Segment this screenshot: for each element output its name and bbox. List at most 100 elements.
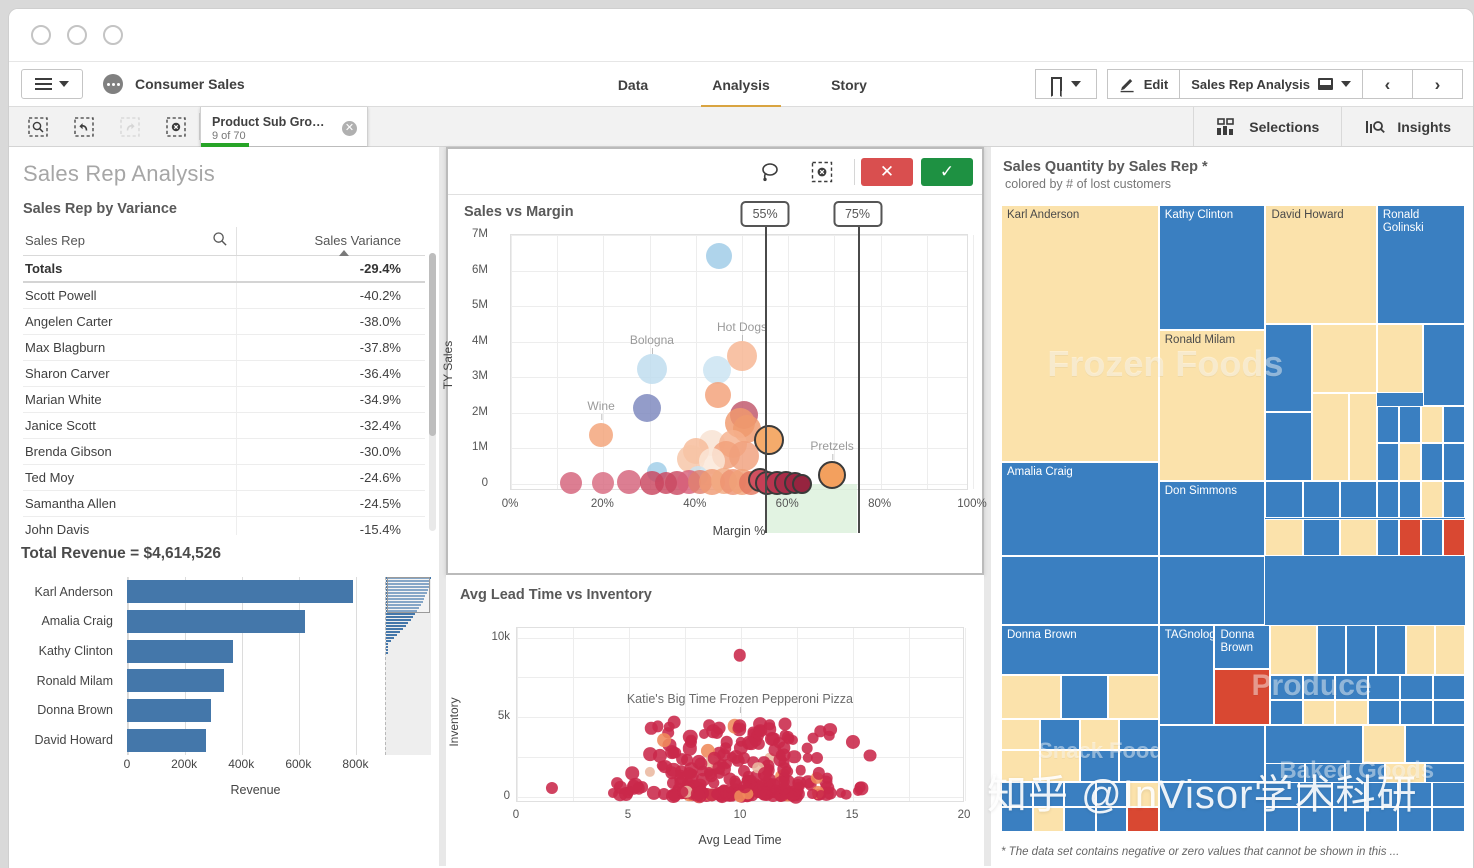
scatter-point[interactable] [729,440,760,471]
cell-rep-name[interactable]: Janice Scott [23,412,237,439]
rep-table-scroll-area[interactable]: Sales Rep Sales Variance Totals -29.4% S… [9,217,439,535]
scatter-point[interactable] [818,461,847,489]
treemap-tile[interactable] [1365,806,1399,832]
scatter-point[interactable] [824,787,837,800]
scatter-point[interactable] [545,782,558,795]
scatter-point[interactable] [693,790,706,803]
cell-rep-name[interactable]: Angelen Carter [23,308,237,335]
edit-button[interactable]: Edit [1106,69,1181,99]
treemap-tile[interactable]: Ronald Golinski [1376,205,1465,325]
tab-data[interactable]: Data [579,62,687,108]
scatter-point[interactable] [716,786,731,801]
treemap-tile[interactable]: Donna Brown [1214,625,1271,669]
treemap-tile[interactable] [1119,719,1159,751]
treemap-tile[interactable] [1311,393,1349,481]
treemap-tile[interactable] [1127,806,1159,832]
treemap-tile[interactable] [1339,518,1377,557]
minimap-selection-window[interactable] [387,577,430,613]
next-sheet-button[interactable]: › [1413,69,1463,99]
treemap-tiles[interactable]: Karl Anderson Kathy Clinton Ronald Milam Am… [1001,205,1465,832]
scatter-point[interactable] [777,748,791,762]
scatter-point[interactable] [675,769,687,780]
treemap-tile[interactable] [1001,719,1041,751]
scatter-point[interactable] [846,735,861,750]
scatter-point[interactable] [802,752,814,763]
bar-category-label[interactable]: Donna Brown [9,696,121,726]
scatter-point[interactable] [792,473,813,494]
scatter-point[interactable] [795,764,807,776]
treemap-tile[interactable] [1311,324,1377,394]
selection-chip-product-sub-group[interactable]: Product Sub Gro… 9 of 70 ✕ [200,107,368,147]
selections-button[interactable]: Selections [1193,107,1342,146]
treemap-tile[interactable] [1431,806,1465,832]
scatter-point[interactable] [744,736,758,751]
scatter-point[interactable] [636,354,667,385]
treemap-tile[interactable] [1032,806,1065,832]
treemap-tile[interactable] [1420,443,1443,481]
treemap-tile[interactable] [1339,480,1377,519]
scatter-point[interactable] [840,789,852,801]
scatter-point[interactable] [720,735,734,749]
scatter-point[interactable] [643,747,657,762]
treemap-tile[interactable] [1079,719,1120,751]
treemap-tile[interactable] [1265,806,1299,832]
bar-category-label[interactable]: Ronald Milam [9,666,121,696]
treemap-tile[interactable] [1442,518,1465,557]
bar-chart-minimap[interactable] [385,577,431,755]
scatter-point[interactable] [705,242,732,269]
scatter-point[interactable] [779,730,790,741]
treemap-tile[interactable] [1064,781,1096,807]
treemap-tile[interactable] [1064,806,1096,832]
treemap-tile[interactable] [1302,518,1340,557]
scatter-point[interactable] [669,747,681,759]
column-header-sales-variance[interactable]: Sales Variance [235,227,425,256]
cell-rep-name[interactable]: Max Blagburn [23,334,237,361]
treemap-tile[interactable] [1431,781,1465,807]
treemap-tile[interactable] [1270,700,1303,726]
scatter-point[interactable] [657,733,672,747]
treemap-tile[interactable] [1158,725,1266,782]
treemap-tile[interactable] [1095,806,1128,832]
range-selection-line[interactable] [765,217,768,533]
treemap-tile[interactable]: TAGnology [1158,625,1215,726]
bar[interactable] [127,698,212,722]
cell-rep-name[interactable]: Brenda Gibson [23,438,237,465]
treemap-tile[interactable] [1432,675,1465,701]
treemap-tile[interactable] [1376,518,1399,557]
bar-category-label[interactable]: David Howard [9,725,121,755]
treemap-tile[interactable] [1265,518,1303,557]
tab-story[interactable]: Story [795,62,903,108]
treemap-tile[interactable]: Kathy Clinton [1158,205,1266,331]
clear-object-selection-button[interactable] [796,150,848,194]
treemap-tile[interactable] [1331,781,1366,807]
treemap-tile[interactable] [1331,806,1366,832]
treemap-tile[interactable] [1346,625,1376,676]
window-dot-2[interactable] [67,25,87,45]
table-scrollbar[interactable] [429,253,436,531]
treemap-tile[interactable] [1270,625,1317,676]
treemap-tile[interactable] [1265,324,1312,412]
bar[interactable] [127,580,353,604]
treemap-tile[interactable] [1001,675,1062,720]
treemap-tile[interactable] [1298,806,1332,832]
scatter-point[interactable] [616,470,641,495]
bar-category-label[interactable]: Karl Anderson [9,577,121,607]
scatter-point[interactable] [824,730,835,741]
treemap-tile[interactable] [1420,480,1443,519]
treemap-tile[interactable] [1119,750,1159,782]
column-header-sales-rep[interactable]: Sales Rep [23,227,237,256]
scatter-point[interactable] [633,393,662,422]
treemap-tile[interactable] [1214,668,1271,726]
scatter-point[interactable] [732,722,744,734]
scatter-point[interactable] [592,472,615,495]
search-icon[interactable] [212,231,228,250]
treemap-tile[interactable] [1376,480,1399,519]
treemap-tile[interactable] [1398,806,1432,832]
treemap-tile[interactable] [1432,700,1465,726]
revenue-bar-chart[interactable]: Karl Anderson Amalia Craig Kathy Clinton Ro… [9,573,439,801]
scatter-point[interactable] [733,648,747,662]
scatter-point[interactable] [613,787,628,802]
cell-rep-name[interactable]: John Davis [23,516,237,535]
treemap-tile[interactable] [1265,480,1303,519]
treemap-tile[interactable] [1335,675,1368,701]
